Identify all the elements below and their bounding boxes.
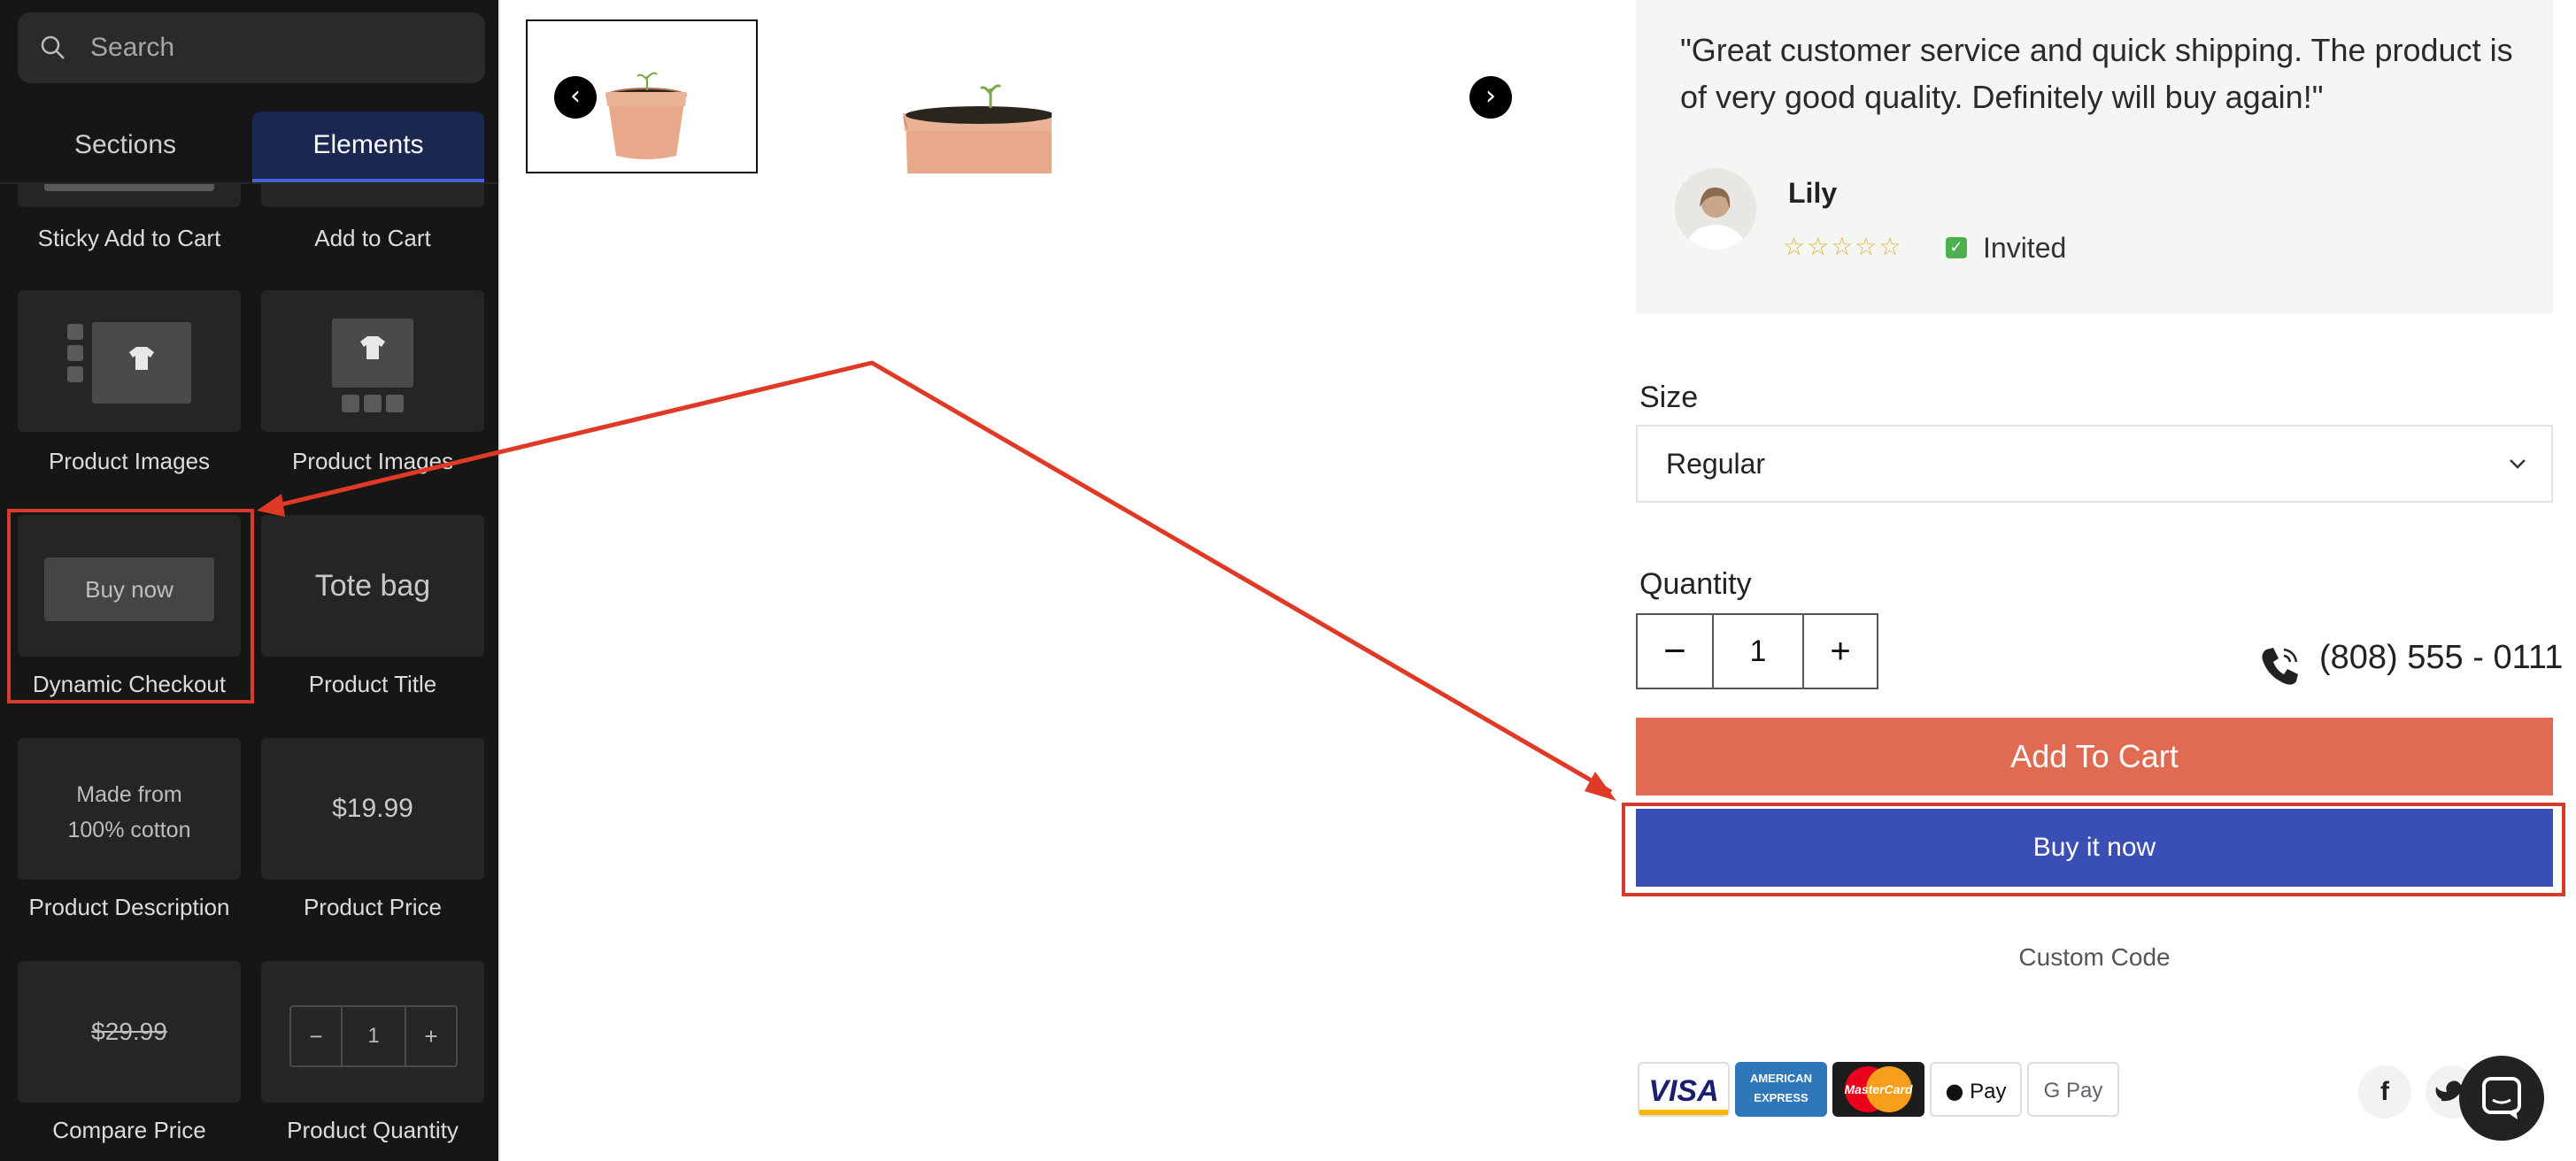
product-images-label: Product Images (48, 448, 211, 474)
product-images-alt-label: Product Images (291, 448, 454, 474)
review-card: "Great customer service and quick shippi… (1636, 0, 2553, 314)
description-preview-line-1: Made from (76, 782, 182, 807)
review-quote: "Great customer service and quick shippi… (1680, 32, 2513, 115)
product-images-thumbnail-icon (67, 322, 191, 404)
compare-price-label: Compare Price (52, 1117, 206, 1143)
carousel-next-button[interactable]: › (1469, 76, 1512, 119)
amex-label: AMERICAN EXPRESS (1749, 1072, 1813, 1104)
dynamic-checkout-highlight (7, 509, 254, 704)
product-price-preview: $19.99 (332, 794, 413, 823)
search-bar[interactable]: Search (18, 12, 485, 83)
search-input[interactable]: Search (90, 12, 174, 83)
add-to-cart-label: Add to Cart (314, 225, 431, 251)
quantity-stepper: − 1 + (1636, 613, 1878, 689)
minus-icon: − (291, 1007, 343, 1065)
quantity-label: Quantity (1639, 567, 1752, 601)
product-price-label: Product Price (303, 894, 443, 920)
rating-stars-icon: ☆☆☆☆☆ (1783, 232, 1903, 261)
tab-sections[interactable]: Sections (0, 111, 251, 182)
product-images-thumbnail-icon (332, 319, 413, 412)
search-icon (41, 35, 65, 59)
reviewer-name: Lily (1788, 177, 1838, 209)
panel-divider (498, 0, 500, 1161)
product-images-alt-card[interactable] (261, 290, 484, 432)
product-description-card[interactable]: Made from 100% cotton (18, 738, 241, 880)
chat-icon (2482, 1077, 2521, 1119)
add-to-cart-card[interactable] (261, 184, 484, 207)
mastercard-label: MasterCard (1844, 1082, 1913, 1096)
compare-price-card[interactable]: $29.99 (18, 961, 241, 1103)
product-title-preview: Tote bag (314, 569, 431, 603)
plant-pot-image-zoomed (903, 84, 1052, 173)
phone-number: (808) 555 - 0111 (2319, 639, 2564, 676)
facebook-icon[interactable]: f (2358, 1065, 2411, 1119)
custom-code-text: Custom Code (2018, 943, 2171, 971)
size-label: Size (1639, 381, 1699, 414)
invited-badge: Invited (1983, 232, 2067, 264)
quantity-increase-button[interactable]: + (1802, 615, 1877, 688)
product-price-card[interactable]: $19.99 (261, 738, 484, 880)
apple-logo-icon: ● (1945, 1079, 1964, 1103)
add-to-cart-button[interactable]: Add To Cart (1636, 718, 2553, 796)
sticky-add-to-cart-card[interactable] (18, 184, 241, 207)
mastercard-icon: MasterCard (1832, 1062, 1924, 1117)
chevron-down-icon (2510, 459, 2526, 469)
size-select[interactable]: Regular (1636, 425, 2553, 503)
quantity-preview-value: 1 (367, 1024, 380, 1048)
quantity-stepper-preview: − 1 + (289, 1005, 458, 1067)
product-quantity-card[interactable]: − 1 + (261, 961, 484, 1103)
google-pay-label: G Pay (2043, 1079, 2103, 1103)
description-preview-line-2: 100% cotton (67, 818, 191, 842)
panel-tabs: Sections Elements (0, 111, 498, 182)
product-thumbnail-2[interactable] (820, 19, 1052, 173)
visa-icon: VISA (1638, 1062, 1730, 1117)
phone-icon (2262, 648, 2298, 685)
visa-label: VISA (1648, 1074, 1719, 1108)
sticky-add-to-cart-label: Sticky Add to Cart (37, 225, 221, 251)
product-quantity-label: Product Quantity (287, 1117, 459, 1143)
avatar (1675, 168, 1756, 250)
compare-price-preview: $29.99 (91, 1018, 167, 1045)
facebook-glyph: f (2380, 1077, 2389, 1106)
chat-launcher-button[interactable] (2459, 1056, 2544, 1141)
apple-pay-icon: ● Pay (1930, 1062, 2022, 1117)
product-title-card[interactable]: Tote bag (261, 515, 484, 657)
size-select-value: Regular (1666, 448, 1766, 480)
amex-icon: AMERICAN EXPRESS (1735, 1062, 1827, 1117)
plus-icon: + (405, 1007, 456, 1065)
product-description-preview: Made from 100% cotton (18, 777, 241, 848)
carousel-prev-button[interactable]: ‹ (554, 76, 597, 119)
tab-elements[interactable]: Elements (252, 111, 484, 182)
google-pay-icon: G Pay (2027, 1062, 2119, 1117)
product-images-card[interactable] (18, 290, 241, 432)
quantity-decrease-button[interactable]: − (1638, 615, 1714, 688)
quantity-value[interactable]: 1 (1714, 615, 1802, 688)
checkbox-check-icon: ✓ (1946, 237, 1967, 258)
product-description-label: Product Description (28, 894, 230, 920)
buy-it-now-button[interactable]: Buy it now (1636, 809, 2553, 887)
apple-pay-label: Pay (1970, 1080, 2007, 1103)
product-title-label: Product Title (308, 671, 437, 697)
